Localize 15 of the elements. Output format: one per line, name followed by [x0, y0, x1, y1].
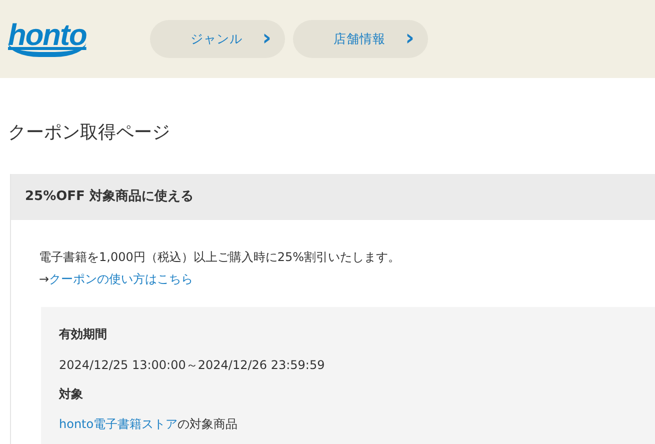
chevron-icon: › [405, 28, 414, 50]
detail-label: 有効期間 [59, 326, 108, 344]
chevron-icon: › [262, 28, 272, 50]
howto-link[interactable]: クーポンの使い方はこちら [49, 272, 194, 286]
coupon-title: 25%OFF 対象商品に使える [11, 174, 655, 220]
logo[interactable]: honto [8, 21, 86, 57]
nav-button[interactable]: ジャンル › [150, 20, 286, 58]
coupon-description: 電子書籍を1,000円（税込）以上ご購入時に25%割引いたします。 [39, 248, 402, 266]
store-link[interactable]: honto電子書籍ストア [59, 417, 178, 432]
detail-value: 2024/12/25 13:00:00～2024/12/26 23:59:59 [59, 356, 326, 374]
detail-value: honto電子書籍ストアの対象商品 [59, 416, 239, 434]
howto-line: →クーポンの使い方はこちら [39, 271, 194, 288]
nav-button[interactable]: 店舗情報 › [293, 20, 428, 58]
detail-label: 対象 [59, 386, 84, 403]
page-title: クーポン取得ページ [8, 121, 171, 145]
